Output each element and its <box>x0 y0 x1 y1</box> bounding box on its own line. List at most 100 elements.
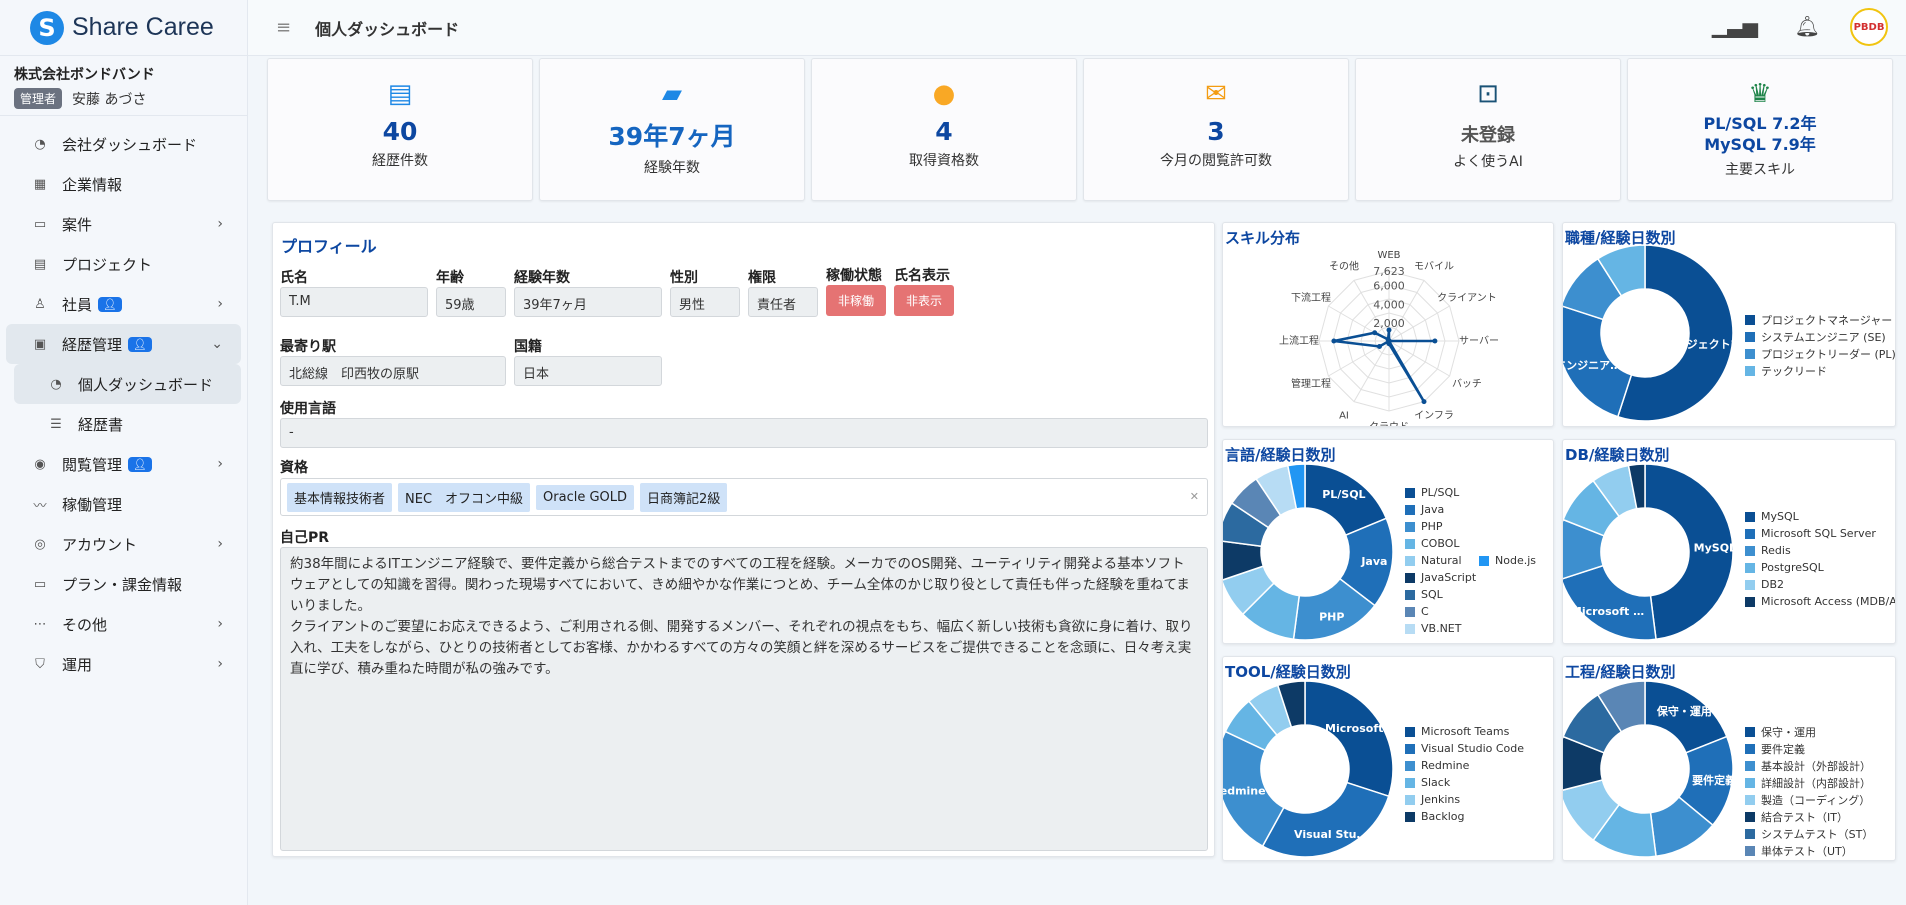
legend-item[interactable]: 要件定義 <box>1745 740 1873 757</box>
user-name: 安藤 あづさ <box>72 91 147 108</box>
legend-item[interactable]: MySQL <box>1745 508 1895 525</box>
pie-slice[interactable] <box>1304 680 1394 798</box>
stats-row: ▤ 40 経歴件数 ▰ 39年7ヶ月 経験年数 ● 4 取得資格数 ✉ 3 今月の閲覧許可数 ⊡ 未登録よ… <box>267 58 1897 203</box>
qualification-tag[interactable]: 日商簿記2級 <box>640 482 728 512</box>
experience-value: 39年7ヶ月 <box>514 287 662 317</box>
qualification-tag[interactable]: NEC オフコン中級 <box>398 482 531 512</box>
legend-item[interactable]: 製造（コーディング） <box>1745 791 1873 808</box>
legend-item[interactable]: テックリード <box>1745 362 1895 379</box>
sidebar-item-2[interactable]: ▭ 案件 › <box>6 204 241 244</box>
legend-item[interactable]: PostgreSQL <box>1745 559 1895 576</box>
legend-swatch <box>1405 538 1415 549</box>
name-display-button[interactable]: 非表示 <box>894 285 954 316</box>
legend-item[interactable]: Natural <box>1405 552 1476 569</box>
legend-item[interactable]: Redmine <box>1405 757 1524 774</box>
legend-item[interactable]: JavaScript <box>1405 569 1476 586</box>
legend-item[interactable]: Microsoft SQL Server <box>1745 525 1895 542</box>
radar-point[interactable] <box>1376 344 1382 350</box>
radar-point[interactable] <box>1386 327 1392 333</box>
legend-item[interactable]: Backlog <box>1405 808 1524 825</box>
sidebar-item-3[interactable]: ▤ プロジェクト <box>6 244 241 284</box>
qualification-tag[interactable]: 基本情報技術者 <box>287 482 393 512</box>
legend-item[interactable]: システムエンジニア (SE) <box>1745 328 1895 345</box>
menu-toggle-icon[interactable]: ≡ <box>276 17 291 38</box>
legend-item[interactable]: Redis <box>1745 542 1895 559</box>
sidebar-item-11[interactable]: ▭ プラン・課金情報 <box>6 564 241 604</box>
legend-item[interactable]: PHP <box>1405 518 1476 535</box>
legend-item[interactable]: Microsoft Teams <box>1405 723 1524 740</box>
radar-svg: WEB モバイルクライアントサーバーバッチインフラクラウド AI 管理工程 上流工程 下流… <box>1279 250 1499 426</box>
legend-item[interactable]: VB.NET <box>1405 620 1476 637</box>
project-icon: ▤ <box>33 256 47 272</box>
sidebar-item-9[interactable]: 〰稼働管理 <box>6 484 241 524</box>
sidebar-item-10[interactable]: ◎ アカウント › <box>6 524 241 564</box>
legend-swatch <box>1745 811 1755 822</box>
legend-item[interactable]: PL/SQL <box>1405 484 1476 501</box>
stat-label: よく使うAI <box>1453 154 1523 170</box>
legend-item[interactable]: Jenkins <box>1405 791 1524 808</box>
legend-item[interactable]: プロジェクトマネージャー (PM) <box>1745 311 1895 328</box>
stat-value: 未登録 <box>1461 125 1515 146</box>
qualification-tag[interactable]: Oracle GOLD <box>536 484 635 510</box>
sidebar-item-6[interactable]: ◔ 個人ダッシュボード <box>14 364 241 404</box>
legend-item[interactable]: Visual Studio Code <box>1405 740 1524 757</box>
legend-item[interactable]: C <box>1405 603 1476 620</box>
chevron-right-icon: › <box>217 296 223 312</box>
legend-swatch <box>1745 314 1755 325</box>
chevron-right-icon: › <box>217 616 223 632</box>
legend-item[interactable]: Node.js <box>1479 552 1536 569</box>
qualifications-select[interactable]: ✕ 基本情報技術者 NEC オフコン中級 Oracle GOLD 日商簿記2級 <box>280 478 1208 516</box>
bell-icon[interactable]: 🔔︎ <box>1795 14 1820 38</box>
field-experience: 経験年数 39年7ヶ月 <box>514 267 662 317</box>
legend-item[interactable]: Java <box>1405 501 1476 518</box>
legend-item[interactable]: 結合テスト（IT） <box>1745 808 1873 825</box>
stat-label: 経験年数 <box>644 160 700 176</box>
profile-title: プロフィール <box>281 237 377 256</box>
radar-category-label: インフラ <box>1414 409 1454 421</box>
legend-item[interactable]: 単体テスト（UT） <box>1745 842 1873 859</box>
legend-item[interactable]: Slack <box>1405 774 1524 791</box>
app-logo[interactable]: S Share Caree <box>0 0 247 56</box>
legend-swatch <box>1479 555 1489 566</box>
legend-item[interactable]: COBOL <box>1405 535 1476 552</box>
pie-slice[interactable] <box>1261 781 1390 858</box>
legend-item[interactable]: 詳細設計（内部設計） <box>1745 774 1873 791</box>
company-info: 株式会社ボンドバンド 管理者 安藤 あづさ <box>0 56 247 116</box>
stat-card-5: ♛ PL/SQL 7.2年 MySQL 7.9年 主要スキル <box>1627 58 1893 201</box>
sidebar-item-1[interactable]: ▦ 企業情報 <box>6 164 241 204</box>
sidebar-item-13[interactable]: ⛉ 運用 › <box>6 644 241 684</box>
stat-value: 40 <box>382 117 418 146</box>
radar-point[interactable] <box>1421 399 1427 405</box>
status-button[interactable]: 非稼働 <box>826 285 886 316</box>
sidebar-item-5[interactable]: ▣ 経歴管理 👤︎ ⌄ <box>6 324 241 364</box>
dashboard-icon: ◔ <box>50 376 62 392</box>
clear-icon[interactable]: ✕ <box>1190 490 1199 503</box>
legend-item[interactable]: 保守・運用 <box>1745 723 1873 740</box>
sidebar-item-0[interactable]: ◔ 会社ダッシュボード <box>6 124 241 164</box>
legend-item[interactable]: SQL <box>1405 586 1476 603</box>
person-badge-icon: 👤︎ <box>128 336 152 352</box>
pie-slice[interactable] <box>1563 564 1657 641</box>
radar-point[interactable] <box>1385 336 1391 342</box>
sidebar-item-8[interactable]: ◉ 閲覧管理 👤︎ › <box>6 444 241 484</box>
languages-value: - <box>280 418 1208 448</box>
legend-swatch <box>1405 504 1415 515</box>
legend-item[interactable]: システムテスト（ST） <box>1745 825 1873 842</box>
legend-item[interactable]: DB2 <box>1745 576 1895 593</box>
avatar[interactable]: PBDB <box>1850 8 1888 46</box>
legend-item[interactable]: Microsoft Access (MDB/ACCDB) <box>1745 593 1895 610</box>
legend-item[interactable]: 基本設計（外部設計） <box>1745 757 1873 774</box>
radar-point[interactable] <box>1432 338 1438 344</box>
radar-point[interactable] <box>1372 330 1378 336</box>
sidebar-item-12[interactable]: ⋯ その他 › <box>6 604 241 644</box>
chart-icon[interactable]: ▁▃▅ <box>1712 14 1758 38</box>
stat-card-3: ✉ 3 今月の閲覧許可数 <box>1083 58 1349 201</box>
sidebar-nav: ◔ 会社ダッシュボード ▦ 企業情報 ▭ 案件 › ▤ プロジェクト ♙ 社員 👤︎ › ▣ 経歴管理 👤︎ ⌄… <box>0 116 247 684</box>
radar-point[interactable] <box>1331 338 1337 344</box>
legend-swatch <box>1745 348 1755 359</box>
sidebar-item-label: 閲覧管理 <box>62 455 123 474</box>
slice-label: Visual Stu… <box>1294 828 1368 841</box>
legend-item[interactable]: プロジェクトリーダー (PL) <box>1745 345 1895 362</box>
sidebar-item-4[interactable]: ♙ 社員 👤︎ › <box>6 284 241 324</box>
sidebar-item-7[interactable]: ☰ 経歴書 <box>14 404 241 444</box>
